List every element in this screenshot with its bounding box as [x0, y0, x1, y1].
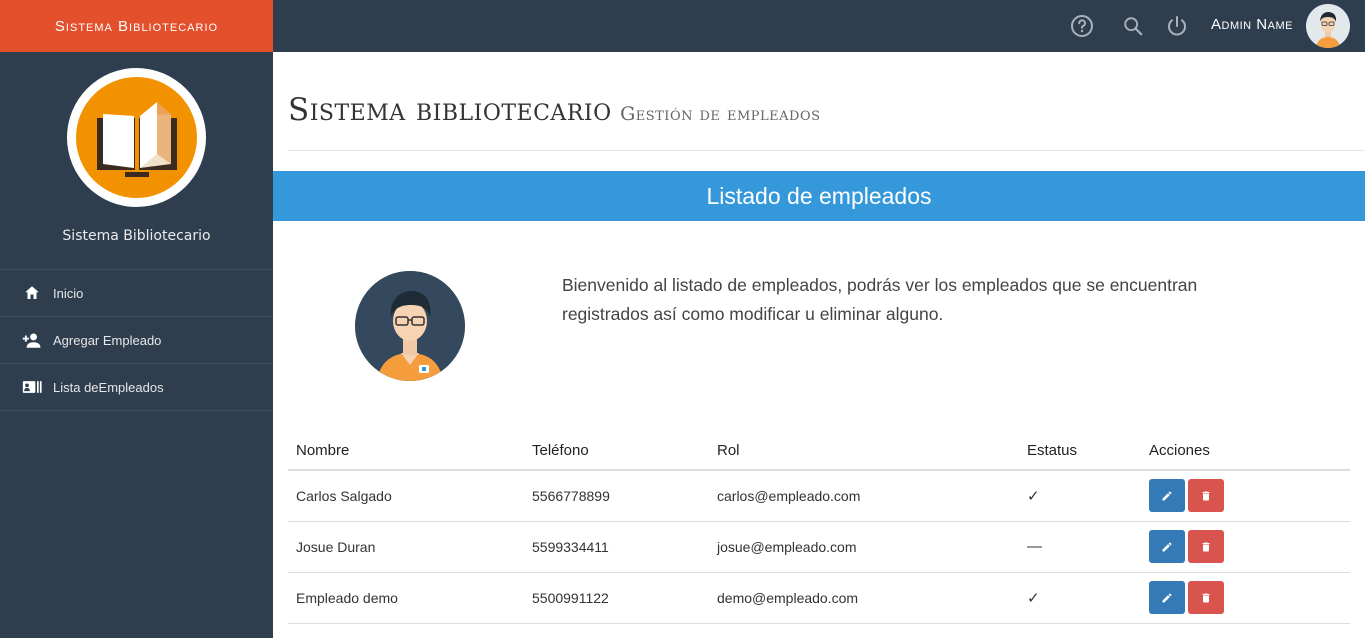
sidebar: Sistema Bibliotecario Inicio Agregar Emp…	[0, 52, 273, 638]
library-logo	[67, 68, 206, 207]
cell-acciones	[1141, 470, 1350, 522]
help-circle-icon[interactable]	[1069, 13, 1095, 39]
page-header: Sistema bibliotecario Gestión de emplead…	[288, 92, 1365, 151]
pencil-icon	[1162, 542, 1172, 551]
cell-nombre: Josue Duran	[288, 521, 524, 573]
cell-estatus: ✓	[1019, 470, 1141, 522]
pencil-icon	[1162, 593, 1172, 602]
sidebar-item-agregar-empleado[interactable]: Agregar Empleado	[0, 317, 273, 364]
power-icon[interactable]	[1164, 13, 1190, 39]
cell-telefono: 5566778899	[524, 470, 709, 522]
trash-icon	[1202, 542, 1210, 551]
brand-title[interactable]: Sistema Bibliotecario	[0, 0, 273, 52]
sidebar-item-inicio[interactable]: Inicio	[0, 270, 273, 317]
col-header-rol: Rol	[709, 432, 1019, 471]
cell-rol: carlos@empleado.com	[709, 470, 1019, 522]
pencil-icon	[1162, 491, 1172, 501]
cell-telefono: 5599334411	[524, 521, 709, 573]
employee-avatar-illustration	[355, 271, 465, 381]
trash-icon	[1202, 491, 1210, 501]
search-icon[interactable]	[1120, 13, 1146, 39]
brand-label: Sistema Bibliotecario	[54, 17, 219, 35]
sidebar-item-label: Agregar Empleado	[53, 332, 162, 348]
sidebar-title: Sistema Bibliotecario	[62, 228, 211, 244]
page-title: Sistema bibliotecario	[288, 92, 612, 128]
intro-text: Bienvenido al listado de empleados, podr…	[562, 275, 1198, 324]
cell-acciones	[1141, 572, 1350, 624]
delete-button[interactable]	[1188, 479, 1224, 513]
cell-nombre: Carlos Salgado	[288, 470, 524, 522]
table-row: Josue Duran 5599334411 josue@empleado.co…	[288, 521, 1350, 573]
delete-button[interactable]	[1188, 581, 1224, 614]
sidebar-nav: Inicio Agregar Empleado Lista deEmpleado…	[0, 269, 273, 411]
trash-icon	[1202, 593, 1210, 602]
cell-rol: josue@empleado.com	[709, 521, 1019, 573]
edit-button[interactable]	[1149, 479, 1185, 513]
table-row: Empleado demo 5500991122 demo@empleado.c…	[288, 572, 1350, 624]
cell-telefono: 5500991122	[524, 572, 709, 624]
open-book-icon	[96, 101, 177, 177]
panel-heading: Listado de empleados	[273, 171, 1365, 221]
col-header-telefono: Teléfono	[524, 432, 709, 471]
col-header-nombre: Nombre	[288, 432, 524, 471]
home-icon	[22, 283, 42, 303]
main-content: Sistema bibliotecario Gestión de emplead…	[273, 52, 1365, 638]
employees-table: Nombre Teléfono Rol Estatus Acciones Car…	[288, 432, 1350, 624]
cell-acciones	[1141, 521, 1350, 573]
cell-estatus: —	[1019, 521, 1141, 573]
cell-rol: demo@empleado.com	[709, 572, 1019, 624]
panel-title: Listado de empleados	[706, 182, 932, 209]
cell-estatus: ✓	[1019, 572, 1141, 624]
sidebar-item-label: Inicio	[53, 285, 84, 301]
edit-button[interactable]	[1149, 530, 1185, 563]
edit-button[interactable]	[1149, 581, 1185, 614]
col-header-acciones: Acciones	[1141, 432, 1350, 471]
page-subtitle: Gestión de empleados	[620, 103, 821, 125]
id-card-icon	[22, 377, 42, 397]
top-navbar: Admin Name	[273, 0, 1365, 52]
table-header-row: Nombre Teléfono Rol Estatus Acciones	[288, 432, 1350, 471]
col-header-estatus: Estatus	[1019, 432, 1141, 471]
sidebar-item-label: Lista deEmpleados	[53, 379, 164, 395]
person-add-icon	[22, 330, 42, 350]
sidebar-item-lista-empleados[interactable]: Lista deEmpleados	[0, 364, 273, 411]
delete-button[interactable]	[1188, 530, 1224, 563]
admin-name[interactable]: Admin Name	[1211, 16, 1293, 33]
cell-nombre: Empleado demo	[288, 572, 524, 624]
table-row: Carlos Salgado 5566778899 carlos@emplead…	[288, 470, 1350, 522]
user-avatar[interactable]	[1306, 4, 1350, 48]
